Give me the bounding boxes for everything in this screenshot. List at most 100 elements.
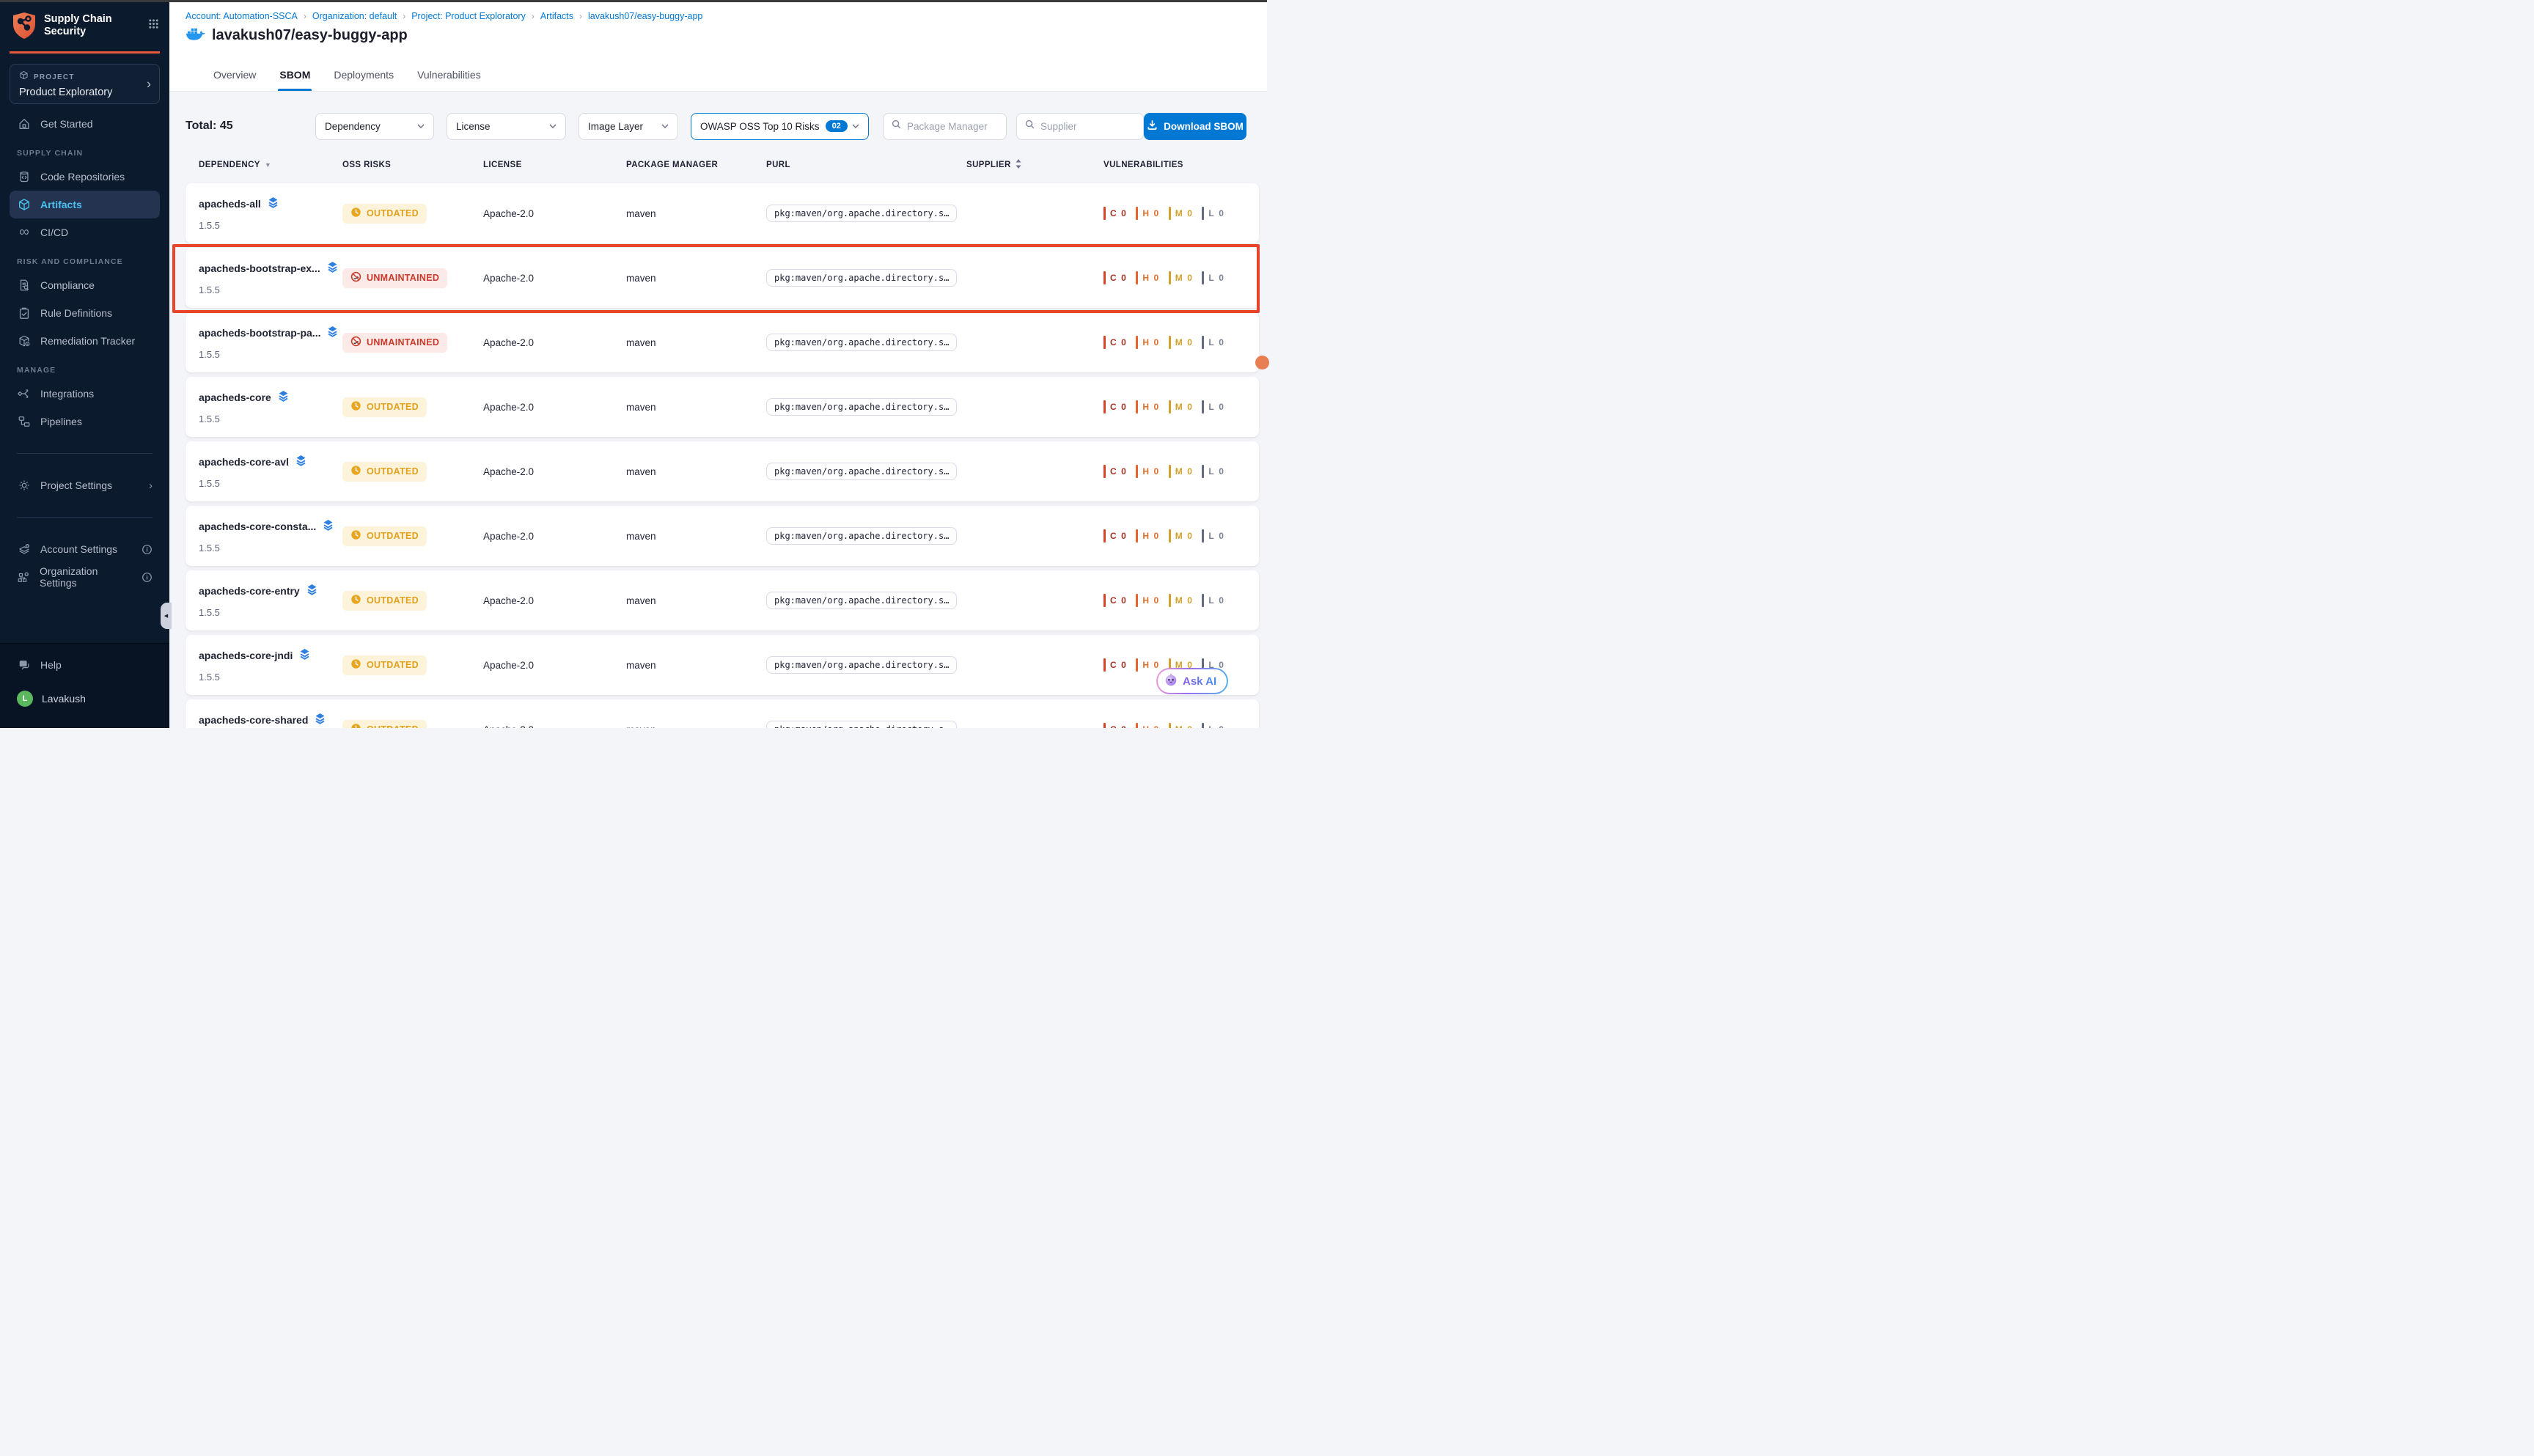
breadcrumb-link-lavakush07-easy-buggy-app[interactable]: lavakush07/easy-buggy-app [588,11,702,21]
sidebar-item-pipelines[interactable]: Pipelines [10,408,160,435]
purl-chip[interactable]: pkg:maven/org.apache.directory.s… [766,656,957,674]
app-title: Supply Chain Security [44,13,112,38]
sidebar-item-rule-definitions[interactable]: Rule Definitions [10,299,160,327]
vulnerability-counts: C 0 H 0 M 0 L 0 [1103,400,1259,413]
document-search-icon [17,279,32,292]
sidebar-item-account-settings[interactable]: Account Settings [10,535,160,563]
help-label: Help [40,659,62,671]
severity-bar [1136,400,1138,413]
oss-risk-badge: UNMAINTAINED [342,268,447,288]
severity-bar [1136,465,1138,478]
table-row-apacheds-core-entry[interactable]: apacheds-core-entry 1.5.5 OUTDATED Apach… [186,570,1259,630]
breadcrumb-link-organization-default[interactable]: Organization: default [312,11,397,21]
filter-owasp-oss-top-10-risks[interactable]: OWASP OSS Top 10 Risks02 [691,113,869,140]
sidebar-item-integrations[interactable]: Integrations [10,380,160,408]
box-edit-icon [17,334,32,348]
column-license: LICENSE [483,159,626,171]
project-label: PROJECT [34,73,75,81]
severity-bar [1202,336,1204,349]
sidebar-divider [17,517,153,518]
vulnerability-count-high: H 0 [1136,336,1158,349]
filter-license[interactable]: License [447,113,566,140]
page-title: lavakush07/easy-buggy-app [212,27,408,44]
sidebar-item-artifacts[interactable]: Artifacts [10,191,160,218]
sidebar-item-remediation-tracker[interactable]: Remediation Tracker [10,327,160,355]
filter-count-badge: 02 [826,120,848,132]
filter-image-layer[interactable]: Image Layer [579,113,678,140]
breadcrumb-link-artifacts[interactable]: Artifacts [540,11,573,21]
purl-chip[interactable]: pkg:maven/org.apache.directory.s… [766,398,957,416]
edge-notification-dot[interactable] [1255,356,1269,369]
breadcrumb-link-account-automation-ssca[interactable]: Account: Automation-SSCA [186,11,298,21]
sidebar-item-ci-cd[interactable]: ∞ CI/CD [10,218,160,246]
table-row-apacheds-bootstrap-ex[interactable]: apacheds-bootstrap-ex... 1.5.5 UNMAINTAI… [186,248,1259,308]
package-manager-value: maven [626,208,766,219]
ask-ai-button[interactable]: Ask AI [1156,668,1228,694]
tab-sbom[interactable]: SBOM [278,63,312,91]
project-selector[interactable]: PROJECT Product Exploratory › [10,64,160,104]
column-supplier[interactable]: SUPPLIER [966,159,1103,171]
table-row-apacheds-core-consta[interactable]: apacheds-core-consta... 1.5.5 OUTDATED A… [186,506,1259,566]
package-manager-value: maven [626,273,766,284]
license-value: Apache-2.0 [483,208,626,219]
user-menu[interactable]: L Lavakush [10,685,160,713]
purl-chip[interactable]: pkg:maven/org.apache.directory.s… [766,334,957,351]
severity-bar [1169,594,1171,607]
tab-overview[interactable]: Overview [212,63,257,91]
package-manager-input[interactable] [907,121,999,132]
vulnerability-count-low: L 0 [1202,465,1224,478]
table-row-apacheds-core-avl[interactable]: apacheds-core-avl 1.5.5 OUTDATED Apache-… [186,441,1259,501]
tab-vulnerabilities[interactable]: Vulnerabilities [416,63,482,91]
filter-dependency[interactable]: Dependency [315,113,434,140]
license-value: Apache-2.0 [483,466,626,477]
table-row-apacheds-core-jndi[interactable]: apacheds-core-jndi 1.5.5 OUTDATED Apache… [186,635,1259,695]
search-icon [1024,119,1035,133]
supplier-input[interactable] [1040,121,1136,132]
purl-chip[interactable]: pkg:maven/org.apache.directory.s… [766,269,957,287]
column-package-manager: PACKAGE MANAGER [626,159,766,171]
download-sbom-button[interactable]: Download SBOM [1144,113,1246,140]
chevron-down-icon [549,124,557,128]
project-name: Product Exploratory [19,87,150,98]
column-dependency[interactable]: DEPENDENCY▼ [186,159,342,171]
severity-bar [1136,594,1138,607]
dependency-name: apacheds-all [199,198,261,210]
sidebar-item-help[interactable]: ? Help [10,651,160,679]
table-row-apacheds-bootstrap-pa[interactable]: apacheds-bootstrap-pa... 1.5.5 UNMAINTAI… [186,312,1259,372]
breadcrumb-separator: › [573,11,588,21]
table-row-apacheds-all[interactable]: apacheds-all 1.5.5 OUTDATED Apache-2.0 m… [186,183,1259,243]
dependency-name: apacheds-bootstrap-pa... [199,327,320,339]
gear-icon [17,479,32,492]
purl-chip[interactable]: pkg:maven/org.apache.directory.s… [766,205,957,222]
table-rows: apacheds-all 1.5.5 OUTDATED Apache-2.0 m… [186,183,1259,728]
purl-chip[interactable]: pkg:maven/org.apache.directory.s… [766,463,957,480]
package-manager-value: maven [626,337,766,348]
severity-bar [1103,465,1106,478]
severity-bar [1136,529,1138,543]
vulnerability-counts: C 0 H 0 M 0 L 0 [1103,529,1259,543]
table-row-apacheds-core[interactable]: apacheds-core 1.5.5 OUTDATED Apache-2.0 … [186,377,1259,437]
sidebar-item-organization-settings[interactable]: Organization Settings [10,563,160,591]
table-row-apacheds-core-shared[interactable]: apacheds-core-shared 1.5.5 OUTDATED Apac… [186,699,1259,728]
image-layers-icon [326,326,339,341]
vulnerability-count-medium: M 0 [1169,207,1193,220]
license-value: Apache-2.0 [483,337,626,348]
sidebar-collapse-handle[interactable]: ◀ [161,603,172,629]
vulnerability-count-high: H 0 [1136,594,1158,607]
vulnerability-counts: C 0 H 0 M 0 L 0 [1103,723,1259,728]
purl-chip[interactable]: pkg:maven/org.apache.directory.s… [766,527,957,545]
breadcrumb-link-project-product-exploratory[interactable]: Project: Product Exploratory [411,11,526,21]
tab-deployments[interactable]: Deployments [332,63,395,91]
sidebar-nav: Get Started SUPPLY CHAIN Code Repositori… [0,104,169,591]
package-manager-value: maven [626,595,766,606]
severity-bar [1202,594,1204,607]
sidebar-item-compliance[interactable]: Compliance [10,271,160,299]
sidebar-item-code-repositories[interactable]: Code Repositories [10,163,160,191]
supplier-search [1016,113,1144,140]
sidebar-item-project-settings[interactable]: Project Settings › [10,471,160,499]
module-grid-icon[interactable] [148,18,159,33]
purl-chip[interactable]: pkg:maven/org.apache.directory.s… [766,592,957,609]
purl-chip[interactable]: pkg:maven/org.apache.directory.s… [766,721,957,728]
infinity-icon: ∞ [17,227,32,238]
sidebar-item-get-started[interactable]: Get Started [10,110,160,138]
